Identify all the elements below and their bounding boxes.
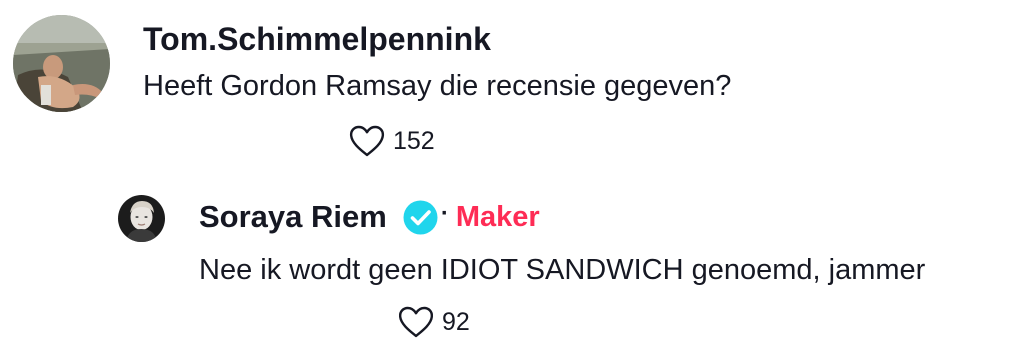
avatar-photo xyxy=(13,15,110,112)
reply-text: Nee ik wordt geen IDIOT SANDWICH genoemd… xyxy=(199,254,926,286)
like-button[interactable]: 92 xyxy=(398,304,470,340)
avatar-photo xyxy=(118,195,165,242)
separator-dot: · xyxy=(440,200,449,227)
like-button[interactable]: 152 xyxy=(349,123,435,159)
creator-badge: Maker xyxy=(455,201,540,233)
comment-text: Heeft Gordon Ramsay die recensie gegeven… xyxy=(143,70,732,102)
like-count: 152 xyxy=(393,127,435,155)
verified-badge-icon xyxy=(403,200,438,235)
heart-outline-icon xyxy=(398,306,434,338)
like-count: 92 xyxy=(442,308,470,336)
reply-header: Soraya Riem · Maker xyxy=(199,196,540,238)
heart-outline-icon xyxy=(349,125,385,157)
reply-username[interactable]: Soraya Riem xyxy=(199,198,387,236)
avatar[interactable] xyxy=(13,15,110,112)
comment-username[interactable]: Tom.Schimmelpennink xyxy=(143,20,491,58)
avatar[interactable] xyxy=(118,195,165,242)
